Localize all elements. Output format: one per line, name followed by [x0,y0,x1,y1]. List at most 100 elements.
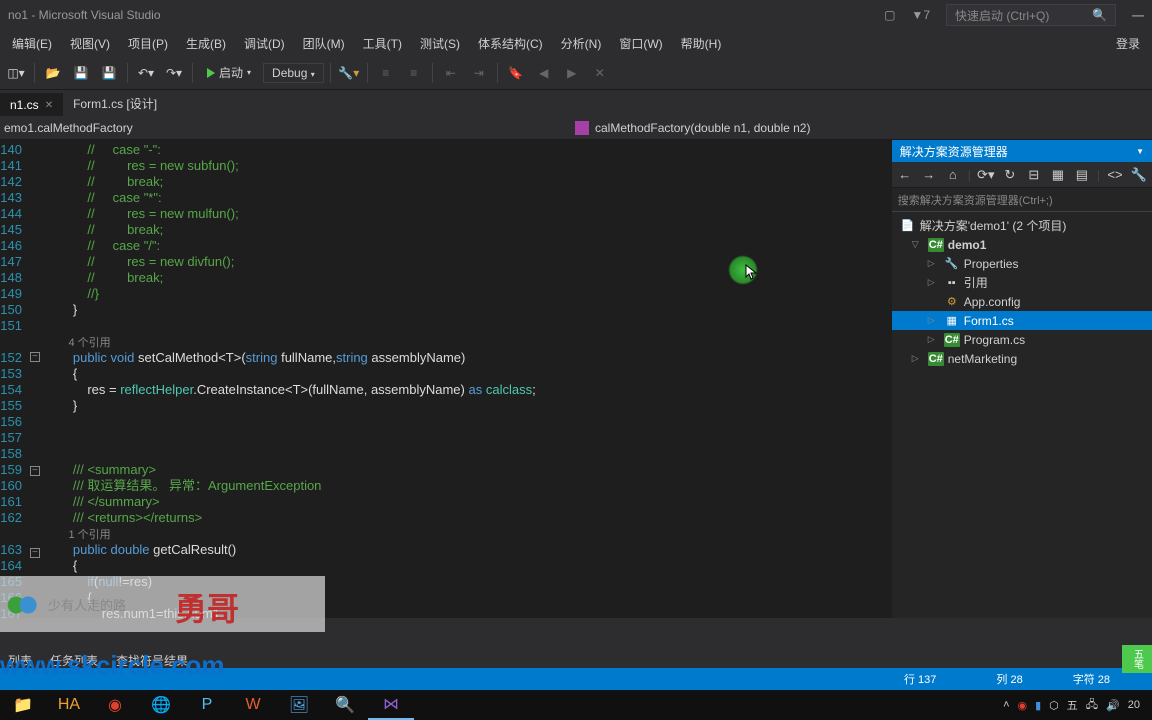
minimize-icon[interactable]: — [1132,8,1144,22]
taskbar-vs-icon[interactable]: ⋈ [368,690,414,720]
tree-item-program[interactable]: ▷ C# Program.cs [892,330,1152,349]
tray-icon[interactable]: ◉ [1018,699,1028,712]
chevron-right-icon[interactable]: ▷ [928,315,940,326]
chevron-down-icon[interactable]: ▽ [912,239,924,250]
bookmark-icon[interactable]: 🔖 [504,61,528,85]
collapse-icon[interactable]: ⊟ [1025,166,1043,184]
system-tray[interactable]: ˄ ◉ ▮ ⬡ 五 🖧 🔊 20 [1003,696,1152,715]
save-all-icon[interactable]: 💾 [97,61,121,85]
taskbar-app-icon[interactable]: ◉ [92,690,138,720]
tray-icon[interactable]: ⬡ [1049,699,1059,712]
nav-class-dropdown[interactable]: emo1.calMethodFactory [0,121,575,135]
undo-icon[interactable]: ↶▾ [134,61,158,85]
sync-icon[interactable]: ⟳▾ [977,166,995,184]
watermark-url: www.skcircle.com [0,650,224,681]
references-icon: ▪▪ [944,276,960,290]
solution-search-input[interactable]: 搜索解决方案资源管理器(Ctrl+;) [892,188,1152,212]
menu-item[interactable]: 视图(V) [62,32,118,55]
wrench-icon[interactable]: 🔧 [1130,166,1148,184]
taskbar-app-icon[interactable]: W [230,690,276,720]
start-button[interactable]: 启动▾ [199,62,259,83]
taskbar-search-icon[interactable]: 🔍 [322,690,368,720]
show-all-icon[interactable]: ▦ [1049,166,1067,184]
fold-gutter[interactable] [26,140,44,618]
code-editor[interactable]: 1401411421431441451461471481491501511521… [0,140,892,618]
notification-icon[interactable]: ▢ [884,8,895,22]
nav-bar: emo1.calMethodFactory calMethodFactory(d… [0,116,1152,140]
menu-item[interactable]: 窗口(W) [611,32,670,55]
taskbar-photos-icon[interactable]: 🖼 [276,690,322,720]
properties-icon[interactable]: ▤ [1073,166,1091,184]
taskbar-folder-icon[interactable]: 📁 [0,690,46,720]
chevron-right-icon[interactable]: ▷ [928,258,940,269]
chevron-right-icon[interactable]: ▷ [928,334,940,345]
highlight-indicator [728,255,758,285]
tree-item-form1[interactable]: ▷ ▦ Form1.cs [892,311,1152,330]
redo-icon[interactable]: ↷▾ [162,61,186,85]
tree-item-appconfig[interactable]: ⚙ App.config [892,292,1152,311]
tray-network-icon[interactable]: 🖧 [1086,696,1098,715]
indent-icon[interactable]: ⇥ [467,61,491,85]
uncomment-icon[interactable]: ≡ [402,61,426,85]
tray-ime-icon[interactable]: 五 [1067,697,1078,713]
tray-time[interactable]: 20 [1128,699,1140,711]
taskbar-app-icon[interactable]: HA [46,690,92,720]
close-icon[interactable]: ✕ [45,100,53,111]
tree-item-properties[interactable]: ▷ 🔧 Properties [892,254,1152,273]
taskbar-app-icon[interactable]: P [184,690,230,720]
tree-item-references[interactable]: ▷ ▪▪ 引用 [892,273,1152,292]
menu-item[interactable]: 调试(D) [236,32,293,55]
home-icon[interactable]: ⌂ [944,166,962,184]
menu-item[interactable]: 分析(N) [553,32,610,55]
view-code-icon[interactable]: <> [1106,166,1124,184]
taskbar: 📁 HA ◉ 🌐 P W 🖼 🔍 ⋈ ˄ ◉ ▮ ⬡ 五 🖧 🔊 20 [0,690,1152,720]
status-line: 行 137 [904,671,936,687]
prev-bookmark-icon[interactable]: ◀ [532,61,556,85]
filter-icon[interactable]: ▼7 [911,8,930,22]
solution-tree: 📄 解决方案'demo1' (2 个项目) ▽ C# demo1 ▷ 🔧 Pro… [892,212,1152,372]
save-icon[interactable]: 💾 [69,61,93,85]
comment-icon[interactable]: ≡ [374,61,398,85]
forward-icon[interactable]: → [920,166,938,184]
chevron-right-icon[interactable]: ▷ [912,353,924,364]
csharp-project-icon: C# [928,352,944,366]
code-content[interactable]: // case "-": // res = new subfun(); // b… [44,140,892,618]
form-icon: ▦ [944,314,960,328]
tray-icon[interactable]: ▮ [1035,699,1041,712]
config-icon: ⚙ [944,295,960,309]
back-icon[interactable]: ← [896,166,914,184]
new-dropdown-icon[interactable]: ◫▾ [4,61,28,85]
login-link[interactable]: 登录 [1116,35,1148,52]
clear-bookmark-icon[interactable]: ✕ [588,61,612,85]
menu-item[interactable]: 测试(S) [412,32,468,55]
project-node-2[interactable]: ▷ C# netMarketing [892,349,1152,368]
outdent-icon[interactable]: ⇤ [439,61,463,85]
find-icon[interactable]: 🔧▾ [337,61,361,85]
tray-volume-icon[interactable]: 🔊 [1106,699,1120,712]
solution-root[interactable]: 📄 解决方案'demo1' (2 个项目) [892,216,1152,235]
menu-item[interactable]: 帮助(H) [673,32,730,55]
open-icon[interactable]: 📂 [41,61,65,85]
config-dropdown[interactable]: Debug ▾ [263,63,324,83]
next-bookmark-icon[interactable]: ▶ [560,61,584,85]
editor-tabs: n1.cs✕Form1.cs [设计] [0,90,1152,116]
tray-up-icon[interactable]: ˄ [1003,699,1009,711]
wrench-icon: 🔧 [944,257,960,271]
menu-item[interactable]: 生成(B) [178,32,234,55]
refresh-icon[interactable]: ↻ [1001,166,1019,184]
solution-header[interactable]: 解决方案资源管理器▼ [892,140,1152,162]
menu-item[interactable]: 体系结构(C) [470,32,551,55]
ime-badge[interactable]: 五笔 [1122,645,1152,673]
line-gutter: 1401411421431441451461471481491501511521… [0,140,26,618]
menu-item[interactable]: 编辑(E) [4,32,60,55]
project-node[interactable]: ▽ C# demo1 [892,235,1152,254]
menu-item[interactable]: 工具(T) [355,32,410,55]
nav-method-dropdown[interactable]: calMethodFactory(double n1, double n2) [575,121,810,135]
quick-launch-input[interactable]: 快速启动 (Ctrl+Q) 🔍 [946,4,1116,26]
menu-item[interactable]: 项目(P) [120,32,176,55]
editor-tab[interactable]: n1.cs✕ [0,93,63,116]
editor-tab[interactable]: Form1.cs [设计] [63,90,167,116]
chevron-right-icon[interactable]: ▷ [928,277,940,288]
taskbar-chrome-icon[interactable]: 🌐 [138,690,184,720]
menu-item[interactable]: 团队(M) [295,32,353,55]
